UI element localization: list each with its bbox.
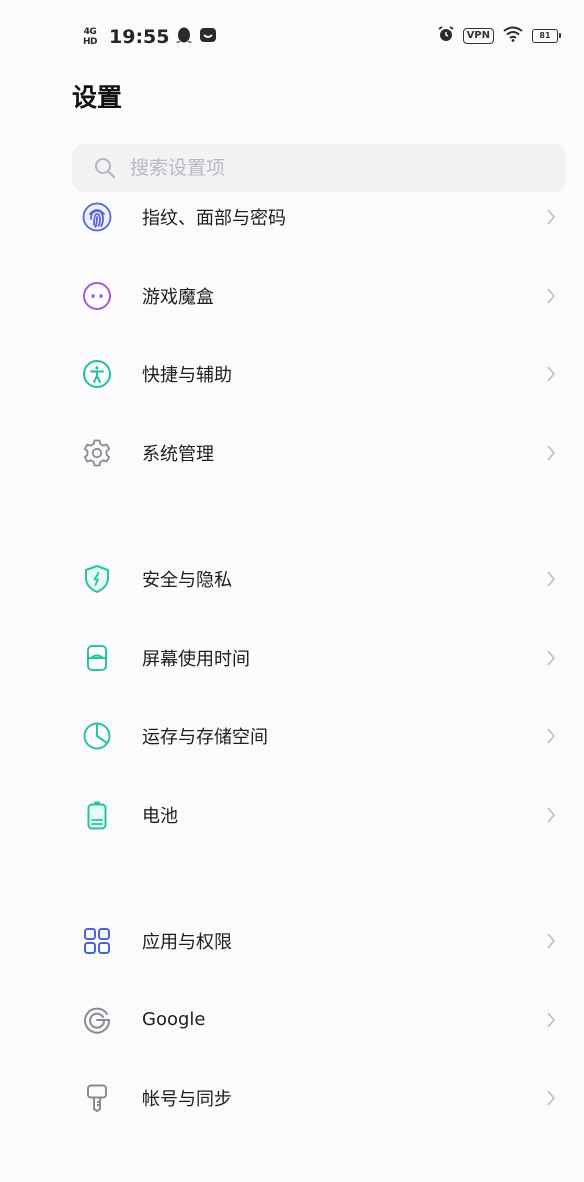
settings-item-label: 快捷与辅助 xyxy=(142,365,232,387)
battery-indicator: 81 xyxy=(532,29,561,43)
group-separator xyxy=(0,854,584,902)
chevron-right-icon xyxy=(547,571,555,587)
chevron-right-icon xyxy=(547,1012,555,1028)
settings-item-memory-storage[interactable]: 运存与存储空间 xyxy=(0,697,584,776)
chevron-right-icon xyxy=(547,445,555,461)
settings-item-fingerprint-face-password[interactable]: 指纹、面部与密码 xyxy=(0,178,584,257)
settings-item-label: 电池 xyxy=(142,805,178,827)
settings-item-label: 帐号与同步 xyxy=(142,1089,232,1111)
battery-level: 81 xyxy=(539,31,551,40)
settings-item-shortcuts-accessibility[interactable]: 快捷与辅助 xyxy=(0,335,584,414)
apps-grid-icon xyxy=(81,925,113,957)
settings-item-game-box[interactable]: 游戏魔盒 xyxy=(0,257,584,336)
page-title: 设置 xyxy=(72,83,123,112)
settings-item-account-sync[interactable]: 帐号与同步 xyxy=(0,1059,584,1138)
chevron-right-icon xyxy=(547,209,555,225)
status-bar: 4G HD 19:55 VPN 81 xyxy=(0,0,584,76)
network-indicator: 4G HD xyxy=(78,27,102,47)
google-icon xyxy=(81,1004,113,1036)
settings-list: 指纹、面部与密码 游戏魔盒 快捷与辅助 系统管理 安全与隐私 屏幕使用时间 运存… xyxy=(0,178,584,1138)
settings-item-label: 屏幕使用时间 xyxy=(142,648,250,670)
game-icon xyxy=(81,280,113,312)
chevron-right-icon xyxy=(547,650,555,666)
settings-item-label: 安全与隐私 xyxy=(142,570,232,592)
settings-item-apps-permissions[interactable]: 应用与权限 xyxy=(0,902,584,981)
vpn-badge: VPN xyxy=(462,28,494,44)
pie-chart-icon xyxy=(81,720,113,752)
settings-item-security-privacy[interactable]: 安全与隐私 xyxy=(0,540,584,619)
alarm-icon xyxy=(438,26,454,46)
gear-icon xyxy=(81,437,113,469)
key-icon xyxy=(81,1082,113,1114)
settings-item-label: 指纹、面部与密码 xyxy=(142,208,286,230)
status-bar-left: 4G HD 19:55 xyxy=(78,26,217,48)
chevron-right-icon xyxy=(547,366,555,382)
settings-item-label: 应用与权限 xyxy=(142,932,232,954)
chevron-right-icon xyxy=(547,728,555,744)
status-bar-right: VPN 81 xyxy=(438,26,561,46)
group-separator xyxy=(0,492,584,540)
hourglass-icon xyxy=(81,642,113,674)
clock: 19:55 xyxy=(109,26,170,48)
accessibility-icon xyxy=(81,358,113,390)
settings-item-label: 系统管理 xyxy=(142,443,214,465)
penguin-icon xyxy=(176,26,193,48)
chevron-right-icon xyxy=(547,1090,555,1106)
chevron-right-icon xyxy=(547,807,555,823)
battery-icon xyxy=(81,799,113,831)
hd-indicator: HD xyxy=(82,37,98,47)
settings-item-google[interactable]: Google xyxy=(0,981,584,1060)
search-input[interactable] xyxy=(128,156,532,180)
network-type: 4G xyxy=(83,27,97,37)
settings-item-screen-time[interactable]: 屏幕使用时间 xyxy=(0,619,584,698)
message-icon xyxy=(199,27,217,47)
settings-item-label: 运存与存储空间 xyxy=(142,727,268,749)
chevron-right-icon xyxy=(547,933,555,949)
settings-item-system-management[interactable]: 系统管理 xyxy=(0,414,584,493)
shield-icon xyxy=(81,563,113,595)
settings-screen: 4G HD 19:55 VPN 81 设置 搜索设置项 指纹、面部与密码 游戏魔… xyxy=(0,0,584,1182)
fingerprint-icon xyxy=(81,201,113,233)
settings-item-label: Google xyxy=(142,1009,206,1031)
settings-item-label: 游戏魔盒 xyxy=(142,286,214,308)
wifi-icon xyxy=(503,26,523,46)
chevron-right-icon xyxy=(547,288,555,304)
search-icon xyxy=(95,158,116,179)
settings-item-battery[interactable]: 电池 xyxy=(0,776,584,855)
